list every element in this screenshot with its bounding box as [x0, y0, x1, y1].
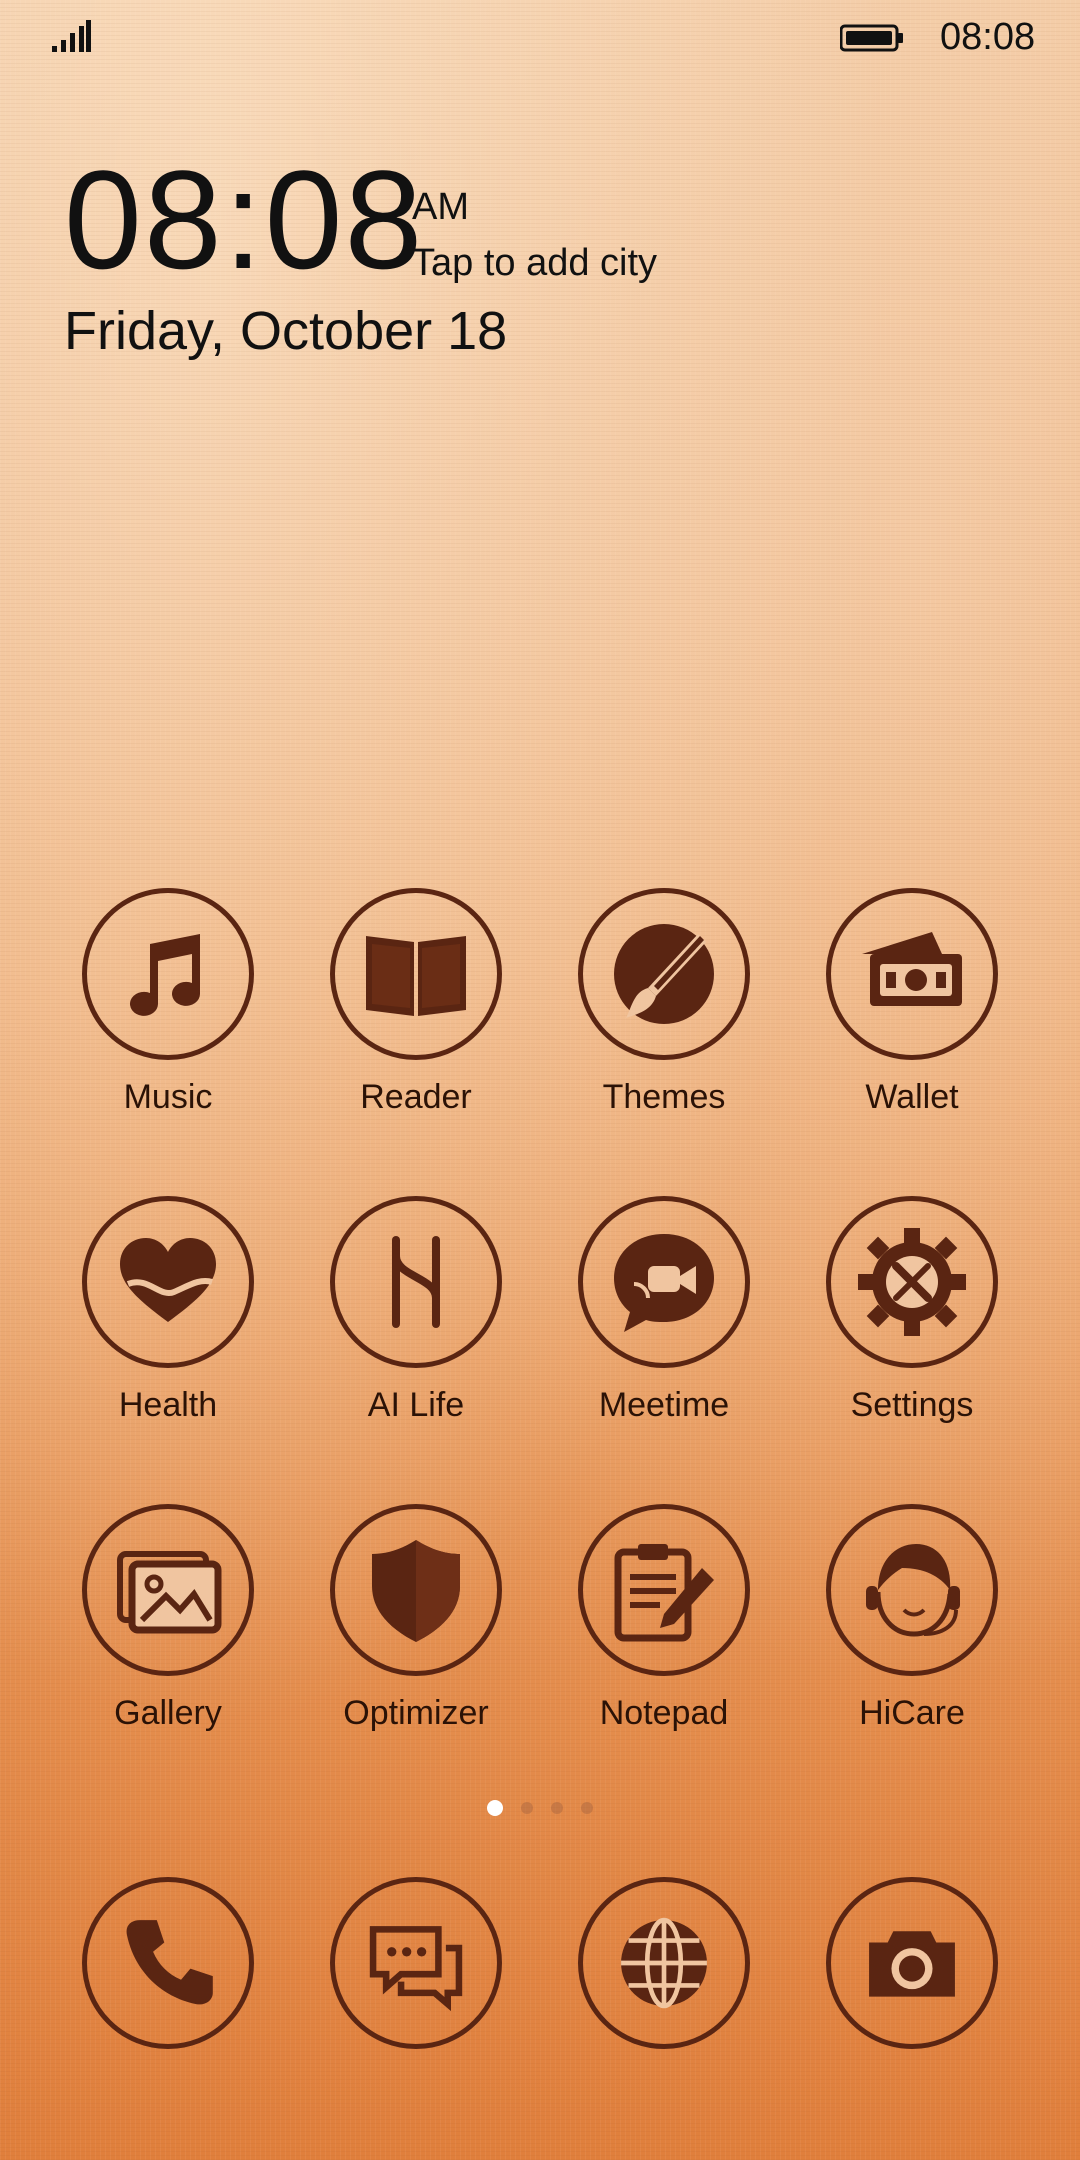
app-optimizer[interactable]: Optimizer — [292, 1504, 540, 1733]
meetime-app-icon[interactable] — [578, 1196, 750, 1368]
browser-app-icon[interactable] — [578, 1877, 750, 2049]
app-label: Reader — [360, 1078, 472, 1116]
clock-time[interactable]: 08:08 — [64, 150, 424, 290]
health-app-icon[interactable] — [82, 1196, 254, 1368]
app-label: Wallet — [865, 1078, 959, 1116]
messages-app-icon[interactable] — [330, 1877, 502, 2049]
dock-browser[interactable] — [540, 1877, 788, 2049]
dock-messages[interactable] — [292, 1877, 540, 2049]
phone-icon — [126, 1920, 213, 2005]
headset-person-icon — [866, 1544, 960, 1637]
page-indicator[interactable] — [0, 1800, 1080, 1822]
hicare-app-icon[interactable] — [826, 1504, 998, 1676]
app-label: HiCare — [859, 1694, 965, 1732]
messages-icon — [369, 1926, 463, 2012]
ai-life-icon — [392, 1236, 440, 1328]
app-gallery[interactable]: Gallery — [44, 1504, 292, 1733]
gear-tools-icon — [858, 1228, 966, 1336]
wallet-app-icon[interactable] — [826, 888, 998, 1060]
status-time: 08:08 — [940, 16, 1036, 58]
app-reader[interactable]: Reader — [292, 888, 540, 1117]
heart-icon — [120, 1238, 216, 1322]
app-label: Notepad — [599, 1694, 729, 1732]
dock-camera[interactable] — [788, 1877, 1036, 2049]
app-music[interactable]: Music — [44, 888, 292, 1117]
app-settings[interactable]: Settings — [788, 1196, 1036, 1425]
page-dot[interactable] — [551, 1802, 563, 1814]
music-note-icon — [130, 934, 200, 1016]
app-label: Health — [118, 1386, 218, 1424]
app-label: Optimizer — [343, 1694, 489, 1732]
globe-icon — [621, 1917, 707, 2009]
app-label: Settings — [850, 1386, 974, 1424]
app-label: Music — [123, 1078, 213, 1116]
app-themes[interactable]: Themes — [540, 888, 788, 1117]
app-label: Gallery — [114, 1694, 222, 1732]
app-label: Themes — [602, 1078, 726, 1116]
app-hicare[interactable]: HiCare — [788, 1504, 1036, 1733]
dock — [0, 1877, 1080, 2057]
camera-app-icon[interactable] — [826, 1877, 998, 2049]
notepad-app-icon[interactable] — [578, 1504, 750, 1676]
camera-icon — [869, 1931, 955, 1997]
paintbrush-icon — [614, 924, 714, 1024]
gallery-app-icon[interactable] — [82, 1504, 254, 1676]
page-dot-active[interactable] — [487, 1800, 503, 1816]
phone-app-icon[interactable] — [82, 1877, 254, 2049]
status-bar: 08:08 — [0, 0, 1080, 75]
app-notepad[interactable]: Notepad — [540, 1504, 788, 1733]
app-wallet[interactable]: Wallet — [788, 888, 1036, 1117]
page-dot[interactable] — [581, 1802, 593, 1814]
clock-date[interactable]: Friday, October 18 — [64, 300, 507, 362]
page-dot[interactable] — [521, 1802, 533, 1814]
app-ai-life[interactable]: AI Life — [292, 1196, 540, 1425]
video-chat-icon — [614, 1234, 714, 1332]
music-app-icon[interactable] — [82, 888, 254, 1060]
ai-life-app-icon[interactable] — [330, 1196, 502, 1368]
notepad-pencil-icon — [614, 1544, 714, 1642]
shield-icon — [372, 1540, 460, 1642]
app-health[interactable]: Health — [44, 1196, 292, 1425]
app-label: Meetime — [598, 1386, 730, 1424]
optimizer-app-icon[interactable] — [330, 1504, 502, 1676]
gallery-icon — [117, 1551, 222, 1634]
settings-app-icon[interactable] — [826, 1196, 998, 1368]
wallet-icon — [862, 932, 962, 1006]
dock-phone[interactable] — [44, 1877, 292, 2049]
book-icon — [366, 936, 466, 1016]
add-city-prompt[interactable]: Tap to add city — [412, 242, 657, 285]
app-meetime[interactable]: Meetime — [540, 1196, 788, 1425]
themes-app-icon[interactable] — [578, 888, 750, 1060]
reader-app-icon[interactable] — [330, 888, 502, 1060]
app-label: AI Life — [367, 1386, 465, 1424]
signal-icon — [52, 20, 91, 52]
clock-ampm: AM — [412, 186, 469, 228]
battery-icon — [840, 24, 903, 52]
